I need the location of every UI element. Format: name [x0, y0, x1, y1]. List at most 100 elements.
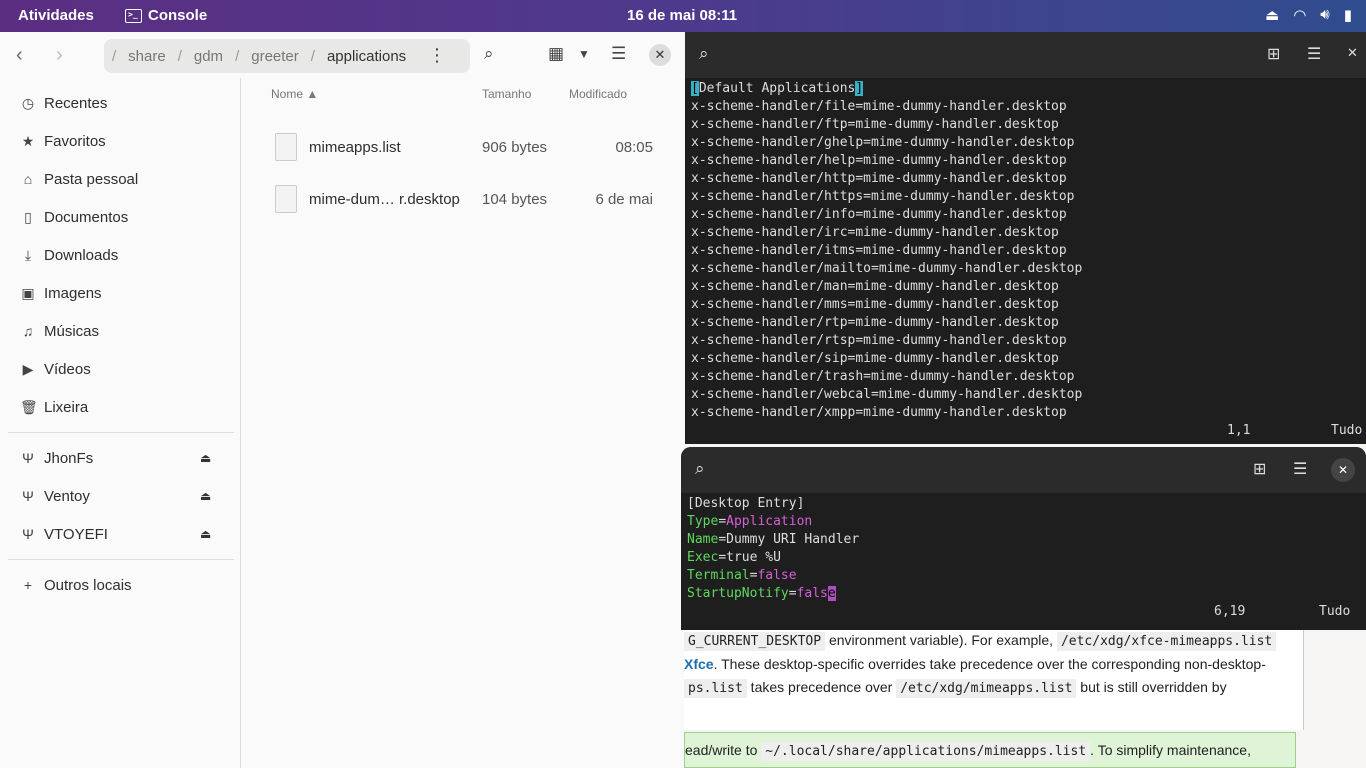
path-segment-current[interactable]: applications — [327, 48, 406, 65]
grid-view-icon[interactable]: ▦ — [548, 44, 564, 64]
system-tray[interactable]: ⏏ ◠ 🔊︎ ▮ — [1265, 6, 1352, 24]
terminal-line: x-scheme-handler/file=mime-dummy-handler… — [691, 99, 1067, 114]
file-row[interactable]: mimeapps.list 906 bytes 08:05 — [271, 127, 671, 167]
eject-icon[interactable]: ⏏ — [1265, 6, 1279, 24]
document-icon: ▯ — [24, 208, 32, 225]
activities-button[interactable]: Atividades — [18, 7, 94, 24]
trash-icon: 🗑︎ — [20, 398, 38, 415]
xfce-link[interactable]: Xfce — [684, 656, 714, 672]
eject-icon[interactable]: ⏏ — [200, 451, 211, 465]
terminal-line: x-scheme-handler/info=mime-dummy-handler… — [691, 207, 1067, 222]
cursor-position: 6,19 — [1214, 604, 1246, 619]
terminal-header: ⌕ ⊞ ☰ ✕ — [685, 32, 1366, 78]
sidebar-item-vtoyefi[interactable]: Ψ VTOYEFI ⏏ — [20, 523, 220, 545]
sidebar: ◷ Recentes ★ Favoritos ⌂ Pasta pessoal ▯ Doc… — [0, 78, 241, 768]
sidebar-item-recentes[interactable]: ◷ Recentes — [20, 92, 220, 114]
close-icon[interactable]: ✕ — [649, 44, 671, 66]
close-icon[interactable]: ✕ — [1347, 46, 1358, 61]
hamburger-menu-icon[interactable]: ☰ — [1293, 459, 1307, 478]
column-header-modified[interactable]: Modificado — [569, 87, 627, 101]
sidebar-item-favoritos[interactable]: ★ Favoritos — [20, 130, 220, 152]
sidebar-item-downloads[interactable]: ⤓ Downloads — [20, 244, 220, 266]
hamburger-menu-icon[interactable]: ☰ — [1307, 44, 1321, 63]
scroll-indicator: Tudo — [1319, 604, 1351, 619]
desktop-entry-line: Terminal=false — [687, 568, 797, 583]
eject-icon[interactable]: ⏏ — [200, 527, 211, 541]
tip-box: ead/write to ~/.local/share/applications… — [684, 732, 1296, 768]
usb-icon: Ψ — [22, 488, 34, 504]
column-header-name[interactable]: Nome ▲ — [271, 87, 318, 101]
plus-icon: + — [23, 577, 33, 593]
terminal-line: x-scheme-handler/man=mime-dummy-handler.… — [691, 279, 1059, 294]
path-segment[interactable]: greeter — [251, 48, 299, 65]
terminal-line: x-scheme-handler/xmpp=mime-dummy-handler… — [691, 405, 1067, 420]
sidebar-item-outros-locais[interactable]: + Outros locais — [20, 574, 220, 596]
usb-icon: Ψ — [22, 526, 34, 542]
terminal-line: x-scheme-handler/mailto=mime-dummy-handl… — [691, 261, 1083, 276]
terminal-header: ⌕ ⊞ ☰ ✕ — [681, 447, 1366, 493]
terminal-window-desktop-entry[interactable]: ⌕ ⊞ ☰ ✕ [Desktop Entry] Type=Application… — [681, 447, 1366, 630]
sidebar-item-ventoy[interactable]: Ψ Ventoy ⏏ — [20, 485, 220, 507]
search-icon[interactable]: ⌕ — [699, 44, 709, 64]
text-file-icon — [275, 133, 297, 161]
sidebar-item-pasta-pessoal[interactable]: ⌂ Pasta pessoal — [20, 168, 220, 190]
sidebar-item-lixeira[interactable]: 🗑︎ Lixeira — [20, 396, 220, 418]
sidebar-item-documentos[interactable]: ▯ Documentos — [20, 206, 220, 228]
terminal-line: x-scheme-handler/ftp=mime-dummy-handler.… — [691, 117, 1059, 132]
terminal-text: [Default Applications] x-scheme-handler/… — [691, 81, 1083, 420]
view-options-icon[interactable]: ▼ — [578, 47, 590, 61]
home-icon: ⌂ — [23, 171, 33, 187]
image-icon: ▣ — [21, 284, 35, 301]
video-icon: ▶ — [22, 360, 34, 377]
file-manager-header: ‹ › / share / gdm / greeter / applicatio… — [0, 32, 684, 78]
tip-line: ead/write to ~/.local/share/applications… — [685, 742, 1251, 761]
sidebar-item-imagens[interactable]: ▣ Imagens — [20, 282, 220, 304]
app-menu[interactable]: >_ Console — [125, 7, 207, 24]
clock[interactable]: 16 de mai 08:11 — [627, 7, 737, 24]
file-row[interactable]: mime-dum… r.desktop 104 bytes 6 de mai — [271, 179, 671, 219]
file-list: Nome ▲ Tamanho Modificado mimeapps.list … — [241, 78, 684, 768]
new-tab-icon[interactable]: ⊞ — [1253, 459, 1266, 478]
sidebar-item-jhonfs[interactable]: Ψ JhonFs ⏏ — [20, 447, 220, 469]
terminal-line: x-scheme-handler/https=mime-dummy-handle… — [691, 189, 1075, 204]
sidebar-divider — [8, 559, 234, 560]
terminal-line: x-scheme-handler/itms=mime-dummy-handler… — [691, 243, 1067, 258]
eject-icon[interactable]: ⏏ — [200, 489, 211, 503]
music-icon: ♫ — [22, 323, 34, 339]
path-segment[interactable]: share — [128, 48, 166, 65]
usb-icon: Ψ — [22, 450, 34, 466]
sort-ascending-icon: ▲ — [306, 87, 319, 101]
search-icon[interactable]: ⌕ — [484, 44, 494, 64]
terminal-line: x-scheme-handler/trash=mime-dummy-handle… — [691, 369, 1075, 384]
terminal-line: x-scheme-handler/webcal=mime-dummy-handl… — [691, 387, 1083, 402]
article-line: G_CURRENT_DESKTOP environment variable).… — [684, 632, 1277, 651]
terminal-line: x-scheme-handler/mms=mime-dummy-handler.… — [691, 297, 1059, 312]
hamburger-menu-icon[interactable]: ☰ — [611, 44, 626, 64]
app-name: Console — [148, 7, 208, 24]
background-web-page: G_CURRENT_DESKTOP environment variable).… — [684, 630, 1366, 768]
back-icon[interactable]: ‹ — [16, 44, 23, 67]
article-text: G_CURRENT_DESKTOP environment variable).… — [684, 630, 1304, 730]
terminal-text: [Desktop Entry] Type=Application Name=Du… — [687, 496, 860, 601]
sidebar-item-videos[interactable]: ▶ Vídeos — [20, 358, 220, 380]
terminal-line: x-scheme-handler/sip=mime-dummy-handler.… — [691, 351, 1059, 366]
path-bar[interactable]: / share / gdm / greeter / applications ⋮ — [104, 39, 470, 73]
new-tab-icon[interactable]: ⊞ — [1267, 44, 1280, 63]
article-line: ps.list takes precedence over /etc/xdg/m… — [684, 679, 1227, 698]
download-icon: ⤓ — [24, 246, 32, 263]
battery-icon[interactable]: ▮ — [1344, 6, 1352, 24]
close-icon[interactable]: ✕ — [1331, 458, 1355, 482]
volume-icon[interactable]: 🔊︎ — [1320, 6, 1329, 24]
search-icon[interactable]: ⌕ — [695, 459, 705, 479]
desktop-entry-line: Exec=true %U — [687, 550, 781, 565]
wifi-icon[interactable]: ◠ — [1293, 6, 1306, 24]
terminal-window-mimeapps[interactable]: ⌕ ⊞ ☰ ✕ [Default Applications] x-scheme-… — [685, 32, 1366, 444]
star-icon: ★ — [21, 132, 35, 149]
column-header-size[interactable]: Tamanho — [482, 87, 531, 101]
path-menu-icon[interactable]: ⋮ — [428, 45, 446, 66]
scroll-indicator: Tudo — [1331, 423, 1363, 438]
terminal-line: x-scheme-handler/rtsp=mime-dummy-handler… — [691, 333, 1067, 348]
forward-icon[interactable]: › — [56, 44, 63, 67]
sidebar-item-musicas[interactable]: ♫ Músicas — [20, 320, 220, 342]
path-segment[interactable]: gdm — [194, 48, 223, 65]
